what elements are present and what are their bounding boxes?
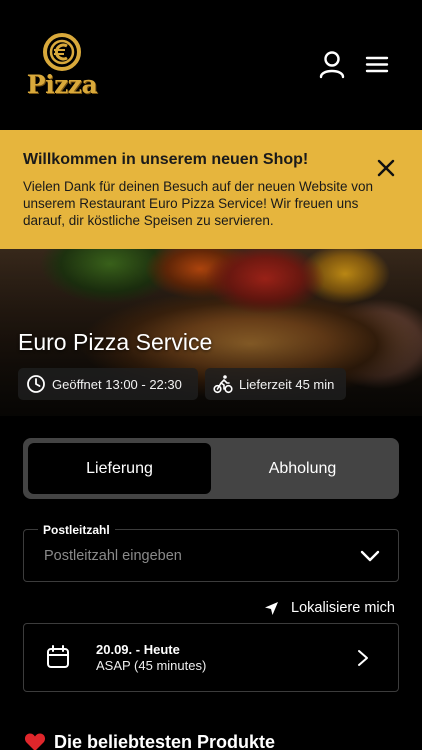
delivery-time-chip: Lieferzeit 45 min xyxy=(205,368,346,400)
user-icon xyxy=(319,51,345,79)
logo-text: Pizza xyxy=(26,70,98,99)
pickup-option[interactable]: Abholung xyxy=(211,443,394,494)
delivery-date: 20.09. - Heute xyxy=(96,642,180,657)
calendar-icon xyxy=(47,645,69,668)
order-mode-toggle: Lieferung Abholung xyxy=(23,438,399,499)
opening-hours-text: Geöffnet 13:00 - 22:30 xyxy=(52,376,182,392)
chevron-down-icon[interactable] xyxy=(360,549,380,563)
delivery-option[interactable]: Lieferung xyxy=(28,443,211,494)
banner-close-button[interactable] xyxy=(375,157,397,179)
banner-text: Vielen Dank für deinen Besuch auf der ne… xyxy=(23,179,373,228)
opening-hours-chip: Geöffnet 13:00 - 22:30 xyxy=(18,368,198,400)
popular-products-heading: Die beliebtesten Produkte xyxy=(24,730,275,750)
welcome-banner: Willkommen in unserem neuen Shop! Vielen… xyxy=(0,130,422,249)
cyclist-icon xyxy=(213,375,233,394)
restaurant-name: Euro Pizza Service xyxy=(18,329,213,355)
locate-me-button[interactable]: Lokalisiere mich xyxy=(264,598,395,618)
logo[interactable]: Pizza xyxy=(24,32,100,98)
heart-icon xyxy=(24,733,46,750)
app-header: Pizza xyxy=(0,0,422,130)
close-icon xyxy=(377,159,395,177)
menu-button[interactable] xyxy=(364,52,390,78)
delivery-time-text: Lieferzeit 45 min xyxy=(239,376,335,392)
zip-code-input[interactable] xyxy=(44,548,344,564)
zip-code-label: Postleitzahl xyxy=(38,523,115,537)
clock-icon xyxy=(27,375,45,393)
banner-title: Willkommen in unserem neuen Shop! xyxy=(23,151,309,168)
hero-image: Euro Pizza Service Geöffnet 13:00 - 22:3… xyxy=(0,249,422,416)
chevron-right-icon xyxy=(358,650,368,666)
popular-products-title: Die beliebtesten Produkte xyxy=(54,731,276,750)
hamburger-menu-icon xyxy=(365,56,389,73)
locate-me-label: Lokalisiere mich xyxy=(291,600,395,616)
location-arrow-icon xyxy=(265,601,278,615)
delivery-time-selector[interactable]: 20.09. - Heute ASAP (45 minutes) xyxy=(23,623,399,692)
delivery-time: ASAP (45 minutes) xyxy=(96,658,207,673)
account-button[interactable] xyxy=(318,50,346,80)
